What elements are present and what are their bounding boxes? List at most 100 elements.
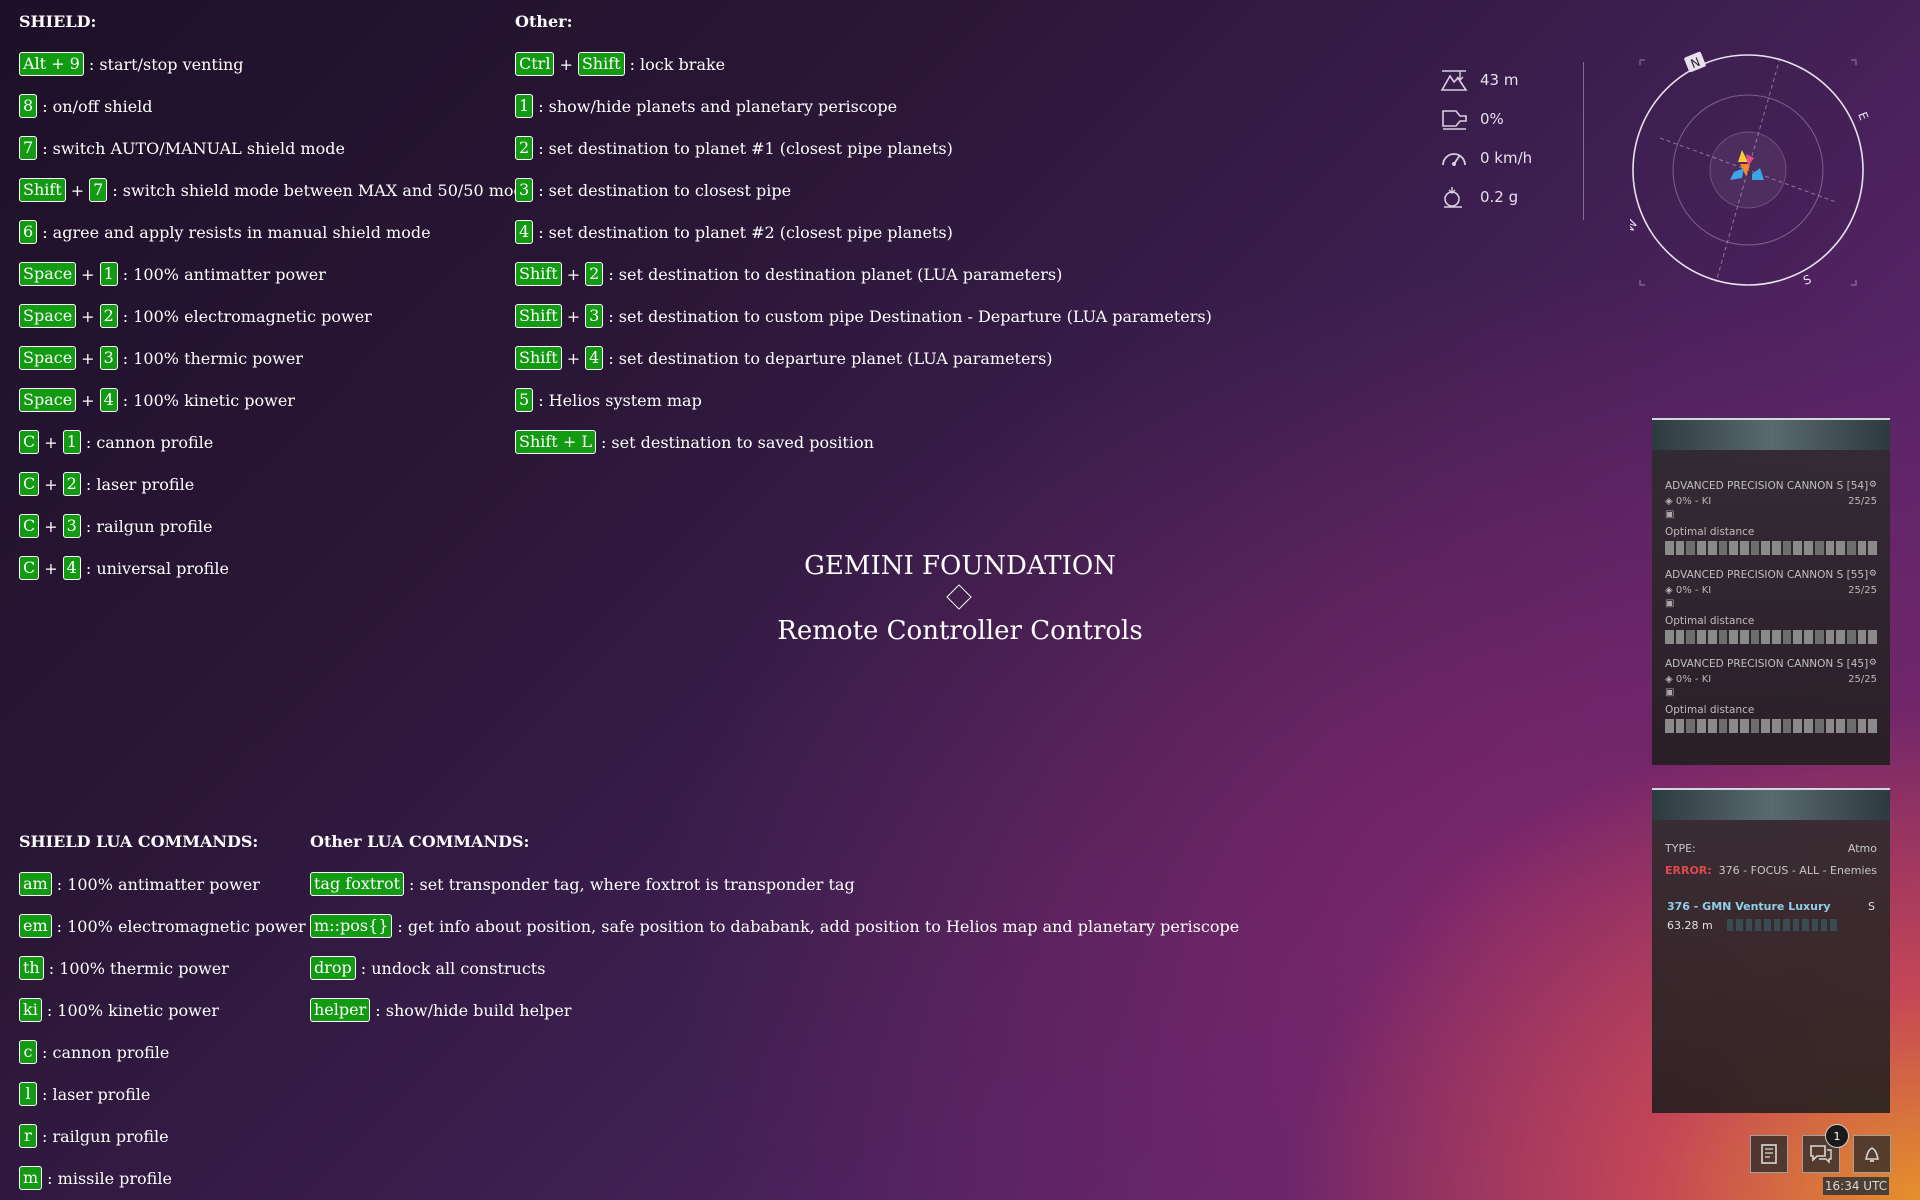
shield-lua-command-description: : 100% thermic power xyxy=(48,958,229,978)
gemini-foundation-title: GEMINI FOUNDATION xyxy=(804,551,1116,581)
key-badge: 3 xyxy=(99,346,118,370)
altitude-readout: 43 m xyxy=(1440,60,1532,99)
key-badge: 1 xyxy=(515,94,534,118)
throttle-value: 0% xyxy=(1480,109,1504,128)
key-badge: Space xyxy=(19,262,77,286)
key-badge: Shift xyxy=(577,52,625,76)
shield-keybind-description: : cannon profile xyxy=(85,432,214,452)
weapon-settings-icon[interactable]: ⚙ xyxy=(1869,569,1877,581)
target-error-label: ERROR: xyxy=(1665,864,1712,877)
key-badge: 1 xyxy=(99,262,118,286)
key-badge: l xyxy=(19,1082,37,1106)
key-badge: Space xyxy=(19,346,77,370)
shield-keybind-description: : switch AUTO/MANUAL shield mode xyxy=(42,138,345,158)
compass-west-label: W xyxy=(1630,217,1641,234)
key-badge: Space xyxy=(19,388,77,412)
shield-lua-command-description: : 100% kinetic power xyxy=(46,1000,219,1020)
other-keybind-row: 4: set destination to planet #2 (closest… xyxy=(515,220,953,244)
shield-keybind-description: : start/stop venting xyxy=(88,54,244,74)
target-size: S xyxy=(1868,900,1875,913)
shield-lua-command-row: m: missile profile xyxy=(19,1166,172,1190)
key-badge: tag foxtrot xyxy=(310,872,405,896)
other-lua-command-description: : undock all constructs xyxy=(360,958,546,978)
shield-lua-command-description: : missile profile xyxy=(47,1168,172,1188)
plus-separator: + xyxy=(566,348,581,368)
weapon-status: ◈ 0% - KI xyxy=(1665,496,1712,507)
key-badge: helper xyxy=(310,998,371,1022)
target-health-bar xyxy=(1726,919,1837,931)
other-keybind-row: Shift +4: set destination to departure pl… xyxy=(515,346,1053,370)
shield-keybind-row: 7: switch AUTO/MANUAL shield mode xyxy=(19,136,345,160)
throttle-readout: 0% xyxy=(1440,99,1532,138)
key-badge: Shift xyxy=(515,262,562,286)
speed-value: 0 km/h xyxy=(1480,148,1533,167)
shield-lua-section-title: SHIELD LUA COMMANDS: xyxy=(19,832,259,851)
weapon-settings-icon[interactable]: ⚙ xyxy=(1869,658,1877,670)
throttle-icon xyxy=(1442,109,1467,130)
other-keybind-description: : set destination to saved position xyxy=(600,432,874,452)
weapon-name: ADVANCED PRECISION CANNON S [45] xyxy=(1665,658,1869,670)
key-badge: 3 xyxy=(62,514,81,538)
shield-lua-command-description: : cannon profile xyxy=(42,1042,170,1062)
weapon-entry[interactable]: ADVANCED PRECISION CANNON S [55] ⚙ ◈ 0% - … xyxy=(1652,561,1890,650)
weapon-settings-icon[interactable]: ⚙ xyxy=(1869,480,1877,492)
weapon-range-bar xyxy=(1665,541,1878,555)
hud-divider xyxy=(1583,62,1584,220)
shield-keybind-description: : laser profile xyxy=(85,474,195,494)
key-badge: Shift xyxy=(19,178,66,202)
weapon-entry[interactable]: ADVANCED PRECISION CANNON S [54] ⚙ ◈ 0% - … xyxy=(1652,472,1890,561)
other-keybind-description: : Helios system map xyxy=(538,390,702,410)
weapon-ammo-count: 25/25 xyxy=(1848,674,1877,685)
other-keybind-description: : show/hide planets and planetary perisc… xyxy=(538,96,898,116)
other-keybind-description: : set destination to planet #1 (closest … xyxy=(538,138,953,158)
target-distance-row: 63.28 m xyxy=(1652,919,1890,932)
target-panel: TYPE: Atmo ERROR: 376 - FOCUS - ALL - En… xyxy=(1652,788,1890,1113)
key-badge: c xyxy=(19,1040,37,1064)
notifications-button[interactable] xyxy=(1853,1135,1891,1173)
target-lock-icon: ▣ xyxy=(1665,687,1675,698)
other-lua-command-row: drop: undock all constructs xyxy=(310,956,545,980)
key-badge: Shift xyxy=(515,304,562,328)
codex-button[interactable] xyxy=(1750,1135,1788,1173)
target-type-label: TYPE: xyxy=(1665,842,1696,855)
key-badge: 4 xyxy=(515,220,534,244)
key-badge: Shift xyxy=(515,346,562,370)
key-badge: C xyxy=(19,472,40,496)
shield-keybind-description: : on/off shield xyxy=(42,96,153,116)
shield-section-title: SHIELD: xyxy=(19,12,97,31)
key-badge: th xyxy=(19,956,44,980)
shield-keybind-description: : agree and apply resists in manual shie… xyxy=(42,222,431,242)
key-badge: am xyxy=(19,872,52,896)
other-keybind-row: 5: Helios system map xyxy=(515,388,702,412)
shield-keybind-description: : 100% kinetic power xyxy=(122,390,295,410)
target-error-value: 376 - FOCUS - ALL - Enemies xyxy=(1718,864,1877,877)
target-entry[interactable]: 376 - GMN Venture Luxury S xyxy=(1652,900,1890,913)
other-lua-command-description: : show/hide build helper xyxy=(375,1000,572,1020)
key-badge: C xyxy=(19,556,40,580)
shield-keybind-description: : 100% thermic power xyxy=(122,348,303,368)
altitude-value: 43 m xyxy=(1480,70,1519,89)
target-type-value: Atmo xyxy=(1847,842,1877,855)
other-keybind-description: : set destination to departure planet (L… xyxy=(608,348,1053,368)
other-lua-command-row: m::pos{}: get info about position, safe … xyxy=(310,914,1239,938)
shield-lua-command-row: c: cannon profile xyxy=(19,1040,169,1064)
plus-separator: + xyxy=(70,180,85,200)
gravity-value: 0.2 g xyxy=(1480,187,1519,206)
shield-lua-command-description: : railgun profile xyxy=(42,1126,169,1146)
shield-keybind-row: C +4: universal profile xyxy=(19,556,229,580)
other-lua-command-description: : set transponder tag, where foxtrot is … xyxy=(409,874,855,894)
key-badge: Alt + 9 xyxy=(19,52,84,76)
key-badge: C xyxy=(19,430,40,454)
plus-separator: + xyxy=(81,390,95,410)
weapon-entry[interactable]: ADVANCED PRECISION CANNON S [45] ⚙ ◈ 0% - … xyxy=(1652,650,1890,739)
target-name: 376 - GMN Venture Luxury xyxy=(1667,900,1831,913)
other-keybind-row: Shift +3: set destination to custom pipe … xyxy=(515,304,1212,328)
target-lock-icon: ▣ xyxy=(1665,509,1675,520)
plus-separator: + xyxy=(81,348,95,368)
plus-separator: + xyxy=(566,306,581,326)
plus-separator: + xyxy=(44,432,58,452)
weapons-panel: ADVANCED PRECISION CANNON S [54] ⚙ ◈ 0% - … xyxy=(1652,418,1890,765)
book-icon xyxy=(1761,1144,1777,1164)
weapon-name: ADVANCED PRECISION CANNON S [55] xyxy=(1665,569,1869,581)
shield-keybind-row: Shift +7: switch shield mode between MAX … xyxy=(19,178,533,202)
